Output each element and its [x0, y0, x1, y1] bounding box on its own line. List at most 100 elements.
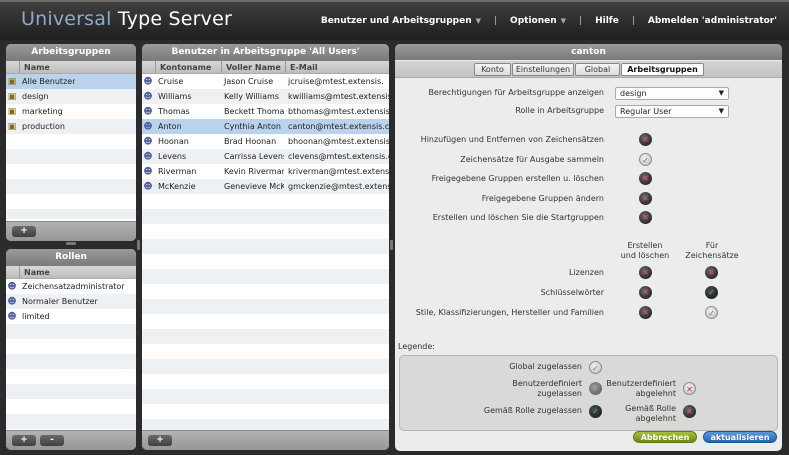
user-detail-panel: canton Konto Einstellungen Global Arbeit… — [395, 44, 782, 451]
role-label: Rolle in Arbeitsgruppe — [515, 106, 604, 115]
global-check-icon[interactable]: ✓ — [639, 152, 652, 166]
nav-help[interactable]: Hilfe — [595, 16, 619, 26]
roles-header: Name — [6, 266, 136, 279]
perm-view-select[interactable]: design ▼ — [615, 87, 729, 100]
legend-user-allowed-line1: Benutzerdefiniert — [512, 379, 582, 388]
role-allowed-icon: ✓ — [589, 405, 602, 418]
column-header-name[interactable]: Name — [20, 61, 136, 73]
icon-column-header — [6, 61, 20, 73]
metadata-permission-label: Lizenzen — [568, 268, 604, 277]
tab-einstellungen[interactable]: Einstellungen — [512, 63, 574, 76]
detail-tabs: Konto Einstellungen Global Arbeitsgruppe… — [395, 61, 782, 78]
nav-logout[interactable]: Abmelden 'administrator' — [648, 16, 777, 26]
limited-user-icon: ☻ — [7, 311, 17, 322]
denied-icon[interactable]: ✕ — [639, 286, 652, 299]
role-row[interactable]: ☻ Zeichensatzadministrator — [6, 279, 136, 294]
denied-icon[interactable]: ✕ — [639, 306, 652, 319]
users-list: ☻ Cruise Jason Cruise jcruise@mtest.extensi… — [142, 74, 389, 430]
user-icon: ☻ — [143, 181, 153, 192]
chevron-down-icon: ▼ — [718, 89, 724, 97]
workgroups-footer: + — [6, 221, 136, 241]
legend-title: Legende: — [398, 342, 436, 351]
add-role-button[interactable]: + — [12, 435, 36, 446]
user-account: McKenzie — [158, 182, 196, 191]
user-fullname: Cynthia Anton — [224, 122, 281, 131]
nav-separator: | — [631, 16, 635, 26]
user-denied-icon: ✕ — [683, 382, 696, 395]
table-row[interactable]: ☻ Cruise Jason Cruise jcruise@mtest.extensi… — [142, 74, 389, 89]
denied-icon[interactable]: ✕ — [639, 211, 652, 224]
table-row[interactable]: ☻ Williams Kelly Williams kwilliams@mtest.e… — [142, 89, 389, 104]
role-row[interactable]: ☻ Normaler Benutzer — [6, 294, 136, 309]
nav-options[interactable]: Optionen ▼ — [510, 16, 566, 26]
legend-role-denied-label: Gemäß Rolle abgelehnt — [625, 404, 676, 424]
perm-view-label: Berechtigungen für Arbeitsgruppe anzeige… — [428, 88, 604, 97]
add-workgroup-button[interactable]: + — [12, 226, 36, 237]
column-header-account[interactable]: Kontoname — [156, 61, 222, 73]
update-button[interactable]: aktualisieren — [703, 431, 777, 443]
workgroups-panel: Arbeitsgruppen Name ▣ Alle Benutzer ▣ desig… — [6, 44, 136, 241]
legend-user-denied-label: Benutzerdefiniert abgelehnt — [606, 379, 676, 399]
denied-icon[interactable]: ✕ — [639, 191, 652, 205]
icon-column-header — [142, 61, 156, 73]
global-check-icon[interactable]: ✓ — [705, 306, 718, 319]
table-row[interactable]: ☻ Riverman Kevin Riverman kriverman@mtest.e… — [142, 164, 389, 179]
nav-users-groups[interactable]: Benutzer und Arbeitsgruppen ▼ — [321, 16, 481, 26]
add-user-button[interactable]: + — [148, 435, 172, 446]
table-row[interactable]: ☻ Anton Cynthia Anton canton@mtest.extensis… — [142, 119, 389, 134]
metadata-permission-label: Stile, Klassifizierungen, Hersteller und… — [415, 308, 604, 317]
workgroup-name: marketing — [22, 107, 63, 116]
table-row[interactable]: ☻ Thomas Beckett Thomas bthomas@mtest.exten… — [142, 104, 389, 119]
role-name: Normaler Benutzer — [22, 297, 98, 306]
panel-splitter-horizontal[interactable] — [137, 240, 140, 250]
legend-user-allowed-line2: zugelassen — [537, 389, 582, 398]
nav-users-groups-label: Benutzer und Arbeitsgruppen — [320, 16, 472, 26]
role-name: Zeichensatzadministrator — [22, 282, 125, 291]
tab-arbeitsgruppen[interactable]: Arbeitsgruppen — [621, 63, 704, 76]
user-fullname: Beckett Thomas — [224, 107, 284, 116]
check-icon[interactable]: ✓ — [705, 286, 718, 299]
logo-text-universal: Universal — [21, 8, 112, 30]
column-header-fullname[interactable]: Voller Name — [222, 61, 286, 73]
user-email: canton@mtest.extensis.c — [288, 122, 389, 131]
nav-separator: | — [494, 16, 498, 26]
legend-user-denied-line1: Benutzerdefiniert — [606, 379, 676, 388]
workgroup-name: Alle Benutzer — [22, 77, 76, 86]
denied-icon[interactable]: ✕ — [639, 172, 652, 185]
user-account: Riverman — [158, 167, 197, 176]
legend-user-denied-line2: abgelehnt — [635, 389, 676, 398]
remove-role-button[interactable]: - — [40, 435, 64, 446]
column-header-name[interactable]: Name — [20, 266, 136, 278]
tab-konto[interactable]: Konto — [474, 63, 511, 76]
panel-splitter-horizontal[interactable] — [390, 240, 393, 250]
user-email: bhoonan@mtest.extensis. — [288, 137, 389, 146]
tab-global[interactable]: Global — [575, 63, 620, 76]
denied-icon[interactable]: ✕ — [705, 266, 718, 279]
role-row[interactable]: ☻ limited — [6, 309, 136, 324]
cancel-button[interactable]: Abbrechen — [633, 431, 697, 443]
chevron-down-icon: ▼ — [475, 17, 481, 25]
role-select[interactable]: Regular User ▼ — [615, 105, 729, 118]
column-header-email[interactable]: E-Mail — [286, 61, 389, 73]
legend-global-allowed-label: Global zugelassen — [509, 362, 582, 371]
table-row[interactable]: ☻ McKenzie Genevieve McKe gmckenzie@mtest.e… — [142, 179, 389, 194]
panel-splitter-vertical[interactable] — [66, 242, 76, 245]
roles-panel: Rollen Name ☻ Zeichensatzadministrator ☻ No… — [6, 249, 136, 450]
workgroup-name: design — [22, 92, 49, 101]
user-email: clevens@mtest.extensis.c — [288, 152, 389, 161]
denied-icon[interactable]: ✕ — [639, 133, 652, 146]
workgroup-row[interactable]: ▣ production — [6, 119, 136, 134]
workgroup-icon: ▣ — [7, 76, 17, 87]
table-row[interactable]: ☻ Hoonan Brad Hoonan bhoonan@mtest.extensis… — [142, 134, 389, 149]
table-row[interactable]: ☻ Levens Carrissa Levens clevens@mtest.exte… — [142, 149, 389, 164]
nav-separator: | — [579, 16, 583, 26]
users-header: Kontoname Voller Name E-Mail — [142, 61, 389, 74]
legend-role-denied-line1: Gemäß Rolle — [625, 404, 676, 413]
icon-column-header — [6, 266, 20, 278]
user-icon: ☻ — [143, 76, 153, 87]
user-account: Cruise — [158, 77, 184, 86]
workgroup-row[interactable]: ▣ Alle Benutzer — [6, 74, 136, 89]
denied-icon[interactable]: ✕ — [639, 266, 652, 279]
workgroup-row[interactable]: ▣ design — [6, 89, 136, 104]
workgroup-row[interactable]: ▣ marketing — [6, 104, 136, 119]
